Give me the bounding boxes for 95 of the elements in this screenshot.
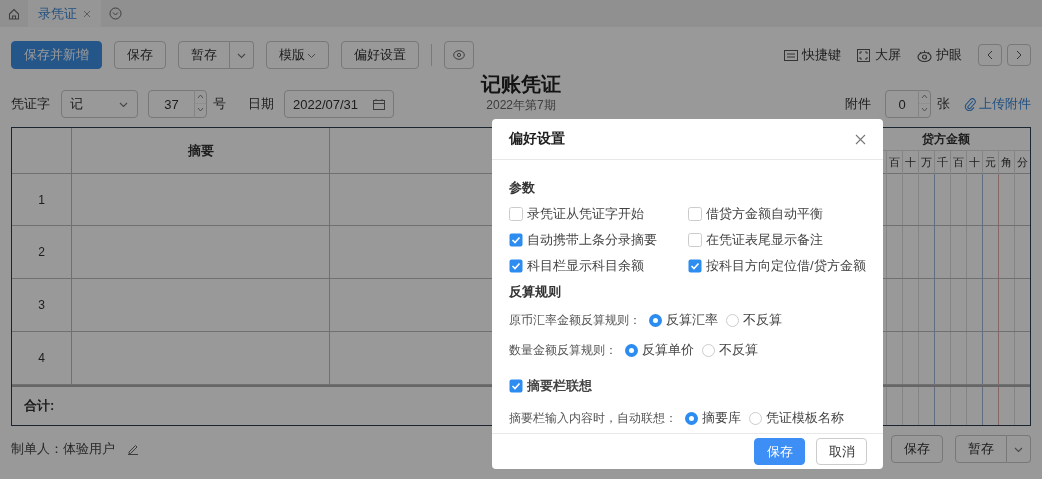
checkbox-icon[interactable]: [509, 207, 523, 222]
radio-option[interactable]: 反算单价: [625, 341, 694, 360]
toolbar-tool[interactable]: 大屏: [857, 46, 901, 64]
section-heading: 参数: [509, 179, 536, 198]
radio-option[interactable]: 反算汇率: [649, 311, 718, 330]
voucher-title: 记账凭证: [481, 72, 561, 97]
checkbox[interactable]: 科目栏显示科目余额: [509, 253, 688, 280]
toolbar-button[interactable]: 暂存: [178, 41, 230, 69]
dropdown-button[interactable]: [1007, 435, 1031, 463]
row-number: 1: [12, 174, 72, 226]
column-header: 摘要: [72, 128, 330, 174]
footer-button[interactable]: 保存: [891, 435, 943, 463]
radio-option[interactable]: 不反算: [726, 311, 782, 330]
maker-label: 制单人：体验用户: [11, 440, 115, 458]
column-header: [12, 128, 72, 174]
column-header: 万: [918, 151, 934, 174]
column-header: 角: [998, 151, 1014, 174]
fullscreen-icon: [857, 48, 871, 62]
checkbox-icon[interactable]: [509, 379, 523, 394]
checkbox[interactable]: 录凭证从凭证字开始: [509, 201, 688, 228]
radio-option[interactable]: 凭证模板名称: [749, 409, 844, 428]
eye-icon: [453, 50, 465, 60]
icon-button[interactable]: [444, 41, 474, 69]
radio-icon[interactable]: [726, 313, 739, 327]
chevron-right-icon: [1015, 50, 1023, 60]
close-icon[interactable]: [83, 9, 91, 18]
previous-button[interactable]: [978, 44, 1002, 66]
radio-icon[interactable]: [685, 411, 698, 425]
close-icon: [855, 133, 866, 145]
number-field[interactable]: 37: [148, 90, 207, 118]
field-label: 张: [937, 95, 950, 113]
save-button[interactable]: 保存: [754, 438, 805, 466]
calendar-icon: [373, 98, 385, 110]
date-field[interactable]: 2022/07/31: [284, 90, 394, 118]
chevron-circle-icon[interactable]: [109, 7, 122, 20]
tool-label[interactable]: 大屏: [875, 46, 901, 64]
table-cell[interactable]: [72, 332, 330, 385]
radio-option[interactable]: 不反算: [702, 341, 758, 360]
next-button[interactable]: [1007, 44, 1031, 66]
checkbox[interactable]: 自动携带上条分录摘要: [509, 227, 688, 254]
column-header: 元: [982, 151, 998, 174]
checkbox[interactable]: 借贷方金额自动平衡: [688, 201, 866, 228]
period-label: 2022年第7期: [486, 97, 556, 114]
radio-icon[interactable]: [749, 411, 762, 425]
radio-option[interactable]: 摘要库: [685, 409, 741, 428]
row-number: 4: [12, 332, 72, 385]
tool-label[interactable]: 快捷键: [802, 46, 841, 64]
footer-button[interactable]: 暂存: [955, 435, 1007, 463]
toolbar-tool[interactable]: 护眼: [917, 46, 962, 64]
dropdown-button[interactable]: [230, 41, 254, 69]
field-label: 附件: [845, 95, 871, 113]
radio-icon[interactable]: [649, 313, 662, 327]
dropdown-button[interactable]: 模版: [266, 41, 329, 69]
checkbox-icon[interactable]: [509, 233, 523, 248]
paperclip-icon: [964, 97, 976, 111]
radio-group-label: 原币汇率金额反算规则：: [509, 311, 641, 329]
table-cell[interactable]: [72, 226, 330, 279]
radio-icon[interactable]: [702, 343, 715, 357]
column-header: 百: [950, 151, 966, 174]
row-number: 2: [12, 226, 72, 279]
close-button[interactable]: [855, 133, 866, 145]
column-header: 百: [886, 151, 902, 174]
field-label: 凭证字: [11, 95, 50, 113]
cancel-button[interactable]: 取消: [816, 438, 867, 466]
toolbar-button[interactable]: 保存: [114, 41, 166, 69]
checkbox[interactable]: 按科目方向定位借/贷方金额: [688, 253, 866, 280]
keyboard-icon: [784, 48, 798, 62]
home-icon[interactable]: [8, 7, 20, 20]
checkbox-icon[interactable]: [688, 259, 702, 274]
field-label: 日期: [248, 95, 274, 113]
row-number: 3: [12, 279, 72, 332]
table-cell[interactable]: [72, 174, 330, 226]
section-heading: 反算规则: [509, 283, 562, 302]
voucher-word-select[interactable]: 记: [61, 90, 138, 118]
checkbox[interactable]: 在凭证表尾显示备注: [688, 227, 866, 254]
radio-group-label: 摘要栏输入内容时，自动联想：: [509, 409, 677, 427]
radio-icon[interactable]: [625, 343, 638, 357]
checkbox-icon[interactable]: [688, 233, 702, 248]
column-header: 千: [934, 151, 950, 174]
pencil-icon[interactable]: [127, 443, 139, 455]
column-header: 十: [966, 151, 982, 174]
chevron-left-icon: [986, 50, 994, 60]
field-label: 号: [213, 95, 226, 113]
checkbox-icon[interactable]: [509, 259, 523, 274]
tool-label[interactable]: 护眼: [936, 46, 962, 64]
toolbar-tool[interactable]: 快捷键: [784, 46, 841, 64]
checkbox-icon[interactable]: [688, 207, 702, 222]
attachment-count-field[interactable]: 0: [885, 90, 931, 118]
dialog-title: 偏好设置: [509, 130, 565, 149]
eye-icon: [917, 48, 932, 62]
column-header: 十: [902, 151, 918, 174]
radio-group-label: 数量金额反算规则：: [509, 341, 617, 359]
toolbar-button[interactable]: 偏好设置: [341, 41, 419, 69]
column-header: 分: [1014, 151, 1030, 174]
table-cell[interactable]: [72, 279, 330, 332]
